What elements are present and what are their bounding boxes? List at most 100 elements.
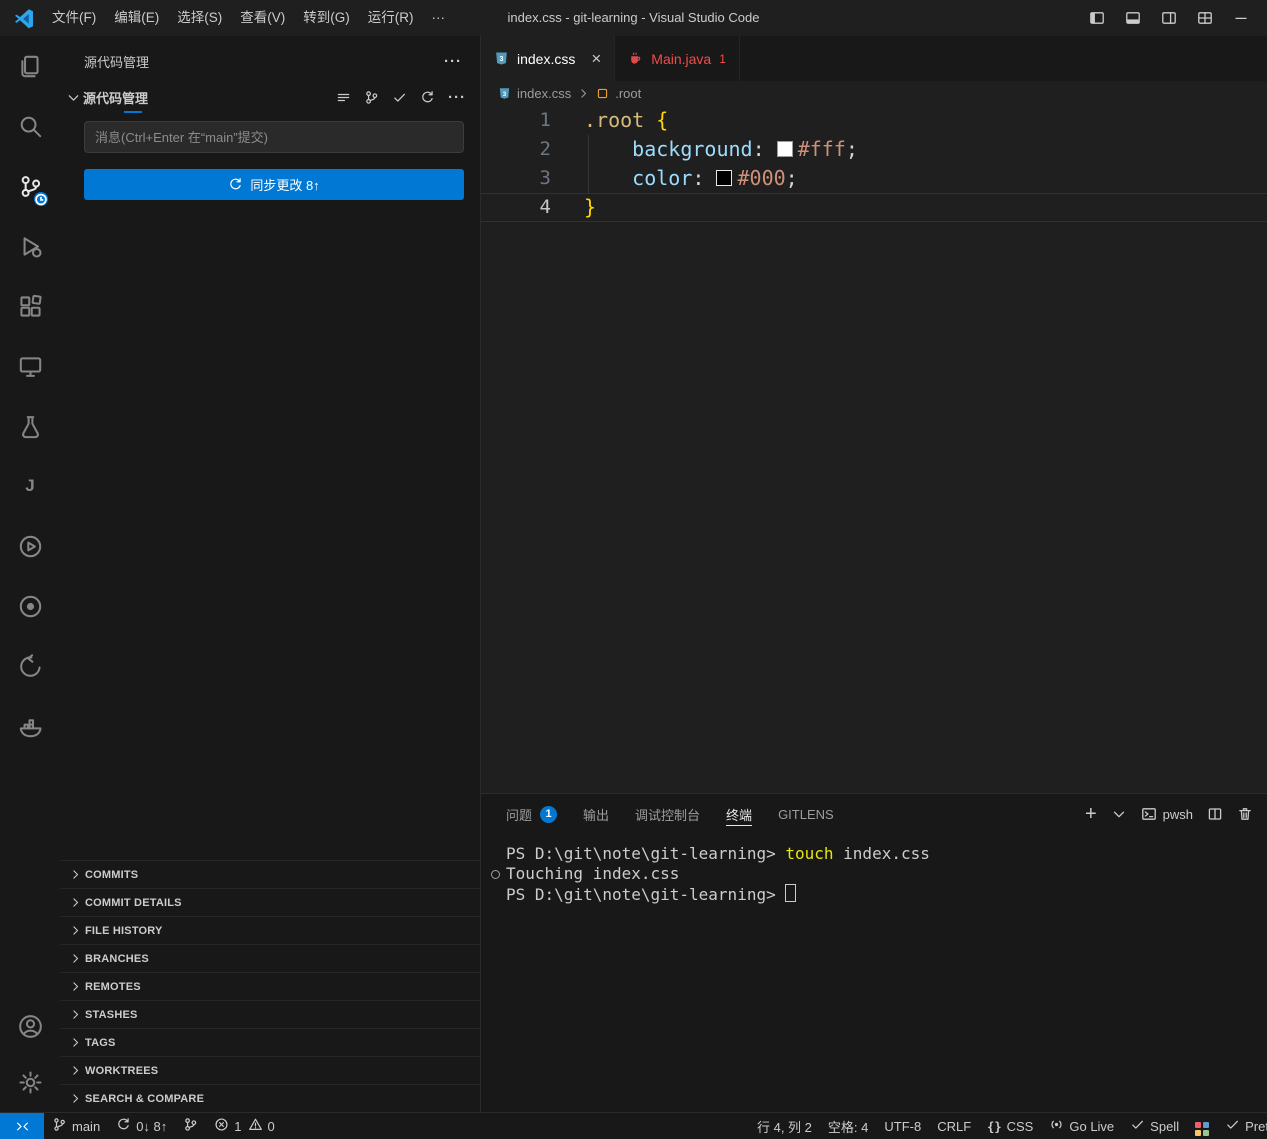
- tab-label: Main.java: [651, 51, 711, 67]
- view-list-icon[interactable]: [336, 90, 351, 105]
- indent-guide: [588, 135, 589, 193]
- testing-icon[interactable]: [0, 396, 60, 456]
- chevron-right-icon: [69, 868, 82, 881]
- target-icon[interactable]: [0, 576, 60, 636]
- explorer-icon[interactable]: [0, 36, 60, 96]
- customize-layout-icon[interactable]: [1191, 5, 1219, 31]
- terminal-line: PS D:\git\note\git-learning>: [506, 884, 1267, 904]
- breadcrumb-file[interactable]: index.css: [517, 86, 571, 101]
- line-content: background: #fff;: [551, 135, 858, 164]
- section-label: WORKTREES: [85, 1065, 158, 1077]
- section-branches[interactable]: BRANCHES: [60, 944, 480, 972]
- code-editor[interactable]: 1.root {2 background: #fff;3 color: #000…: [481, 106, 1267, 793]
- account-icon[interactable]: [0, 998, 60, 1054]
- views-more-icon[interactable]: ···: [444, 54, 462, 69]
- settings-icon[interactable]: [0, 1054, 60, 1110]
- toggle-secondary-sidebar-icon[interactable]: [1155, 5, 1183, 31]
- status-cursor-position[interactable]: 行 4, 列 2: [749, 1113, 820, 1139]
- chevron-right-icon: [69, 1036, 82, 1049]
- titlebar: 文件(F)编辑(E)选择(S)查看(V)转到(G)运行(R)··· index.…: [0, 0, 1267, 36]
- terminal-dropdown-icon[interactable]: [1111, 806, 1127, 822]
- remote-indicator[interactable]: [0, 1113, 44, 1139]
- activitybar-top: J: [0, 36, 60, 756]
- section-worktrees[interactable]: WORKTREES: [60, 1056, 480, 1084]
- graph-icon[interactable]: [364, 90, 379, 105]
- window-title: index.css - git-learning - Visual Studio…: [508, 10, 760, 25]
- status-eol[interactable]: CRLF: [929, 1113, 979, 1139]
- extensions-icon[interactable]: [0, 276, 60, 336]
- menu-item-5[interactable]: 运行(R): [359, 5, 423, 31]
- color-swatch[interactable]: [716, 170, 732, 186]
- vscode-logo-icon: [13, 7, 35, 29]
- java-icon[interactable]: J: [0, 456, 60, 516]
- run-debug-icon[interactable]: [0, 216, 60, 276]
- section-commit-details[interactable]: COMMIT DETAILS: [60, 888, 480, 916]
- split-terminal-icon[interactable]: [1207, 806, 1223, 822]
- breadcrumb-symbol[interactable]: .root: [615, 86, 641, 101]
- toggle-panel-icon[interactable]: [1119, 5, 1147, 31]
- css-file-icon: 3: [498, 87, 511, 100]
- kill-terminal-icon[interactable]: [1237, 806, 1253, 822]
- search-icon[interactable]: [0, 96, 60, 156]
- section-label: FILE HISTORY: [85, 925, 163, 937]
- new-terminal-icon[interactable]: +: [1085, 804, 1097, 824]
- section-tags[interactable]: TAGS: [60, 1028, 480, 1056]
- section-remotes[interactable]: REMOTES: [60, 972, 480, 1000]
- source-control-icon[interactable]: [0, 156, 60, 216]
- gitlens-sections: COMMITSCOMMIT DETAILS FILE HISTORY BRANCHE…: [60, 860, 480, 1112]
- colorgrid-icon: [1195, 1116, 1209, 1136]
- color-swatch[interactable]: [777, 141, 793, 157]
- panel-tab-终端[interactable]: 终端: [726, 794, 752, 834]
- refresh-icon[interactable]: [420, 90, 435, 105]
- tab-Main.java[interactable]: Main.java1: [615, 36, 740, 81]
- shell-selector[interactable]: pwsh: [1141, 806, 1193, 822]
- terminal-line: PS D:\git\note\git-learning> touch index…: [506, 844, 1267, 864]
- minimize-icon[interactable]: [1227, 5, 1255, 31]
- code-line: 4}: [481, 193, 1267, 222]
- menu-item-0[interactable]: 文件(F): [43, 5, 105, 31]
- status-language-mode[interactable]: {}CSS: [979, 1113, 1041, 1139]
- section-file-history[interactable]: FILE HISTORY: [60, 916, 480, 944]
- docker-icon[interactable]: [0, 696, 60, 756]
- status-branch[interactable]: main: [44, 1113, 108, 1139]
- status-problems[interactable]: 1: [206, 1113, 244, 1139]
- tab-index.css[interactable]: 3index.css×: [481, 36, 615, 81]
- problems-count-badge: 1: [540, 806, 557, 823]
- section-commits[interactable]: COMMITS: [60, 860, 480, 888]
- panel-tab-问题[interactable]: 问题1: [506, 794, 557, 834]
- menu-item-4[interactable]: 转到(G): [294, 5, 359, 31]
- more-actions-icon[interactable]: ···: [448, 90, 466, 105]
- terminal[interactable]: PS D:\git\note\git-learning> touch index…: [481, 834, 1267, 1112]
- play-circle-icon[interactable]: [0, 516, 60, 576]
- status-extension-colored[interactable]: [1187, 1113, 1217, 1139]
- status-scm-graph[interactable]: [175, 1113, 206, 1139]
- status-warnings[interactable]: 0: [245, 1113, 283, 1139]
- scm-section-header[interactable]: 源代码管理 ···: [60, 82, 480, 112]
- menu-item-3[interactable]: 查看(V): [231, 5, 294, 31]
- menu-item-1[interactable]: 编辑(E): [105, 5, 168, 31]
- line-content: .root {: [551, 106, 668, 135]
- section-search-compare[interactable]: SEARCH & COMPARE: [60, 1084, 480, 1112]
- status-sync-status[interactable]: 0↓ 8↑: [108, 1113, 175, 1139]
- sidebar-header: 源代码管理 ···: [60, 36, 480, 80]
- status-spell[interactable]: Spell: [1122, 1113, 1187, 1139]
- status-indentation[interactable]: 空格: 4: [820, 1113, 876, 1139]
- menu-item-2[interactable]: 选择(S): [168, 5, 231, 31]
- status-encoding[interactable]: UTF-8: [876, 1113, 929, 1139]
- panel-tab-GITLENS[interactable]: GITLENS: [778, 794, 834, 834]
- menu-item-6[interactable]: ···: [423, 5, 455, 31]
- status-prettier[interactable]: Prettier: [1217, 1113, 1267, 1139]
- close-icon[interactable]: ×: [591, 50, 601, 67]
- panel-tab-调试控制台[interactable]: 调试控制台: [635, 794, 700, 834]
- gitlens-icon[interactable]: [0, 636, 60, 696]
- section-stashes[interactable]: STASHES: [60, 1000, 480, 1028]
- commit-message-input[interactable]: [84, 121, 464, 153]
- sync-changes-button[interactable]: 同步更改 8↑: [84, 169, 464, 200]
- braces-icon: {}: [987, 1119, 1001, 1134]
- remote-explorer-icon[interactable]: [0, 336, 60, 396]
- panel-tab-输出[interactable]: 输出: [583, 794, 609, 834]
- commit-icon[interactable]: [392, 90, 407, 105]
- status-go-live[interactable]: Go Live: [1041, 1113, 1122, 1139]
- toggle-sidebar-icon[interactable]: [1083, 5, 1111, 31]
- chevron-right-icon: [69, 1092, 82, 1105]
